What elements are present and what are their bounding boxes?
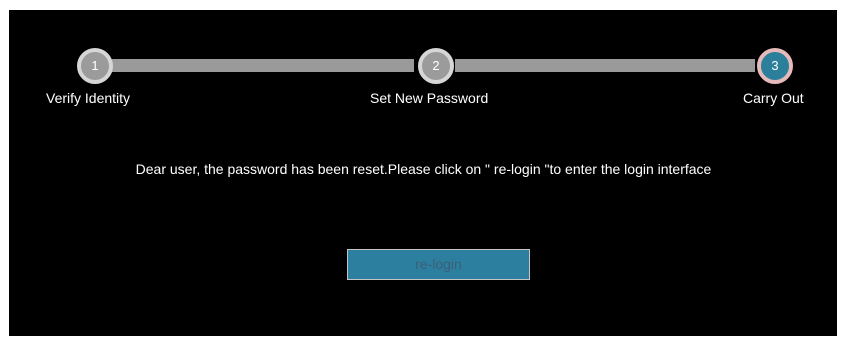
step-1-indicator: 1 [77, 48, 113, 84]
step-1-label: Verify Identity [46, 90, 131, 106]
relogin-button[interactable]: re-login [347, 249, 530, 280]
step-3-indicator: 3 [757, 48, 793, 84]
step-2-label: Set New Password [370, 90, 489, 106]
step-3-label: Carry Out [743, 90, 804, 106]
step-2-number: 2 [432, 58, 440, 73]
step-1-number: 1 [91, 58, 99, 73]
step-3-number: 3 [771, 58, 779, 73]
reset-success-message: Dear user, the password has been reset.P… [135, 161, 712, 177]
step-connector-1-2 [112, 59, 414, 72]
step-2-indicator: 2 [418, 48, 454, 84]
step-connector-2-3 [455, 59, 755, 72]
